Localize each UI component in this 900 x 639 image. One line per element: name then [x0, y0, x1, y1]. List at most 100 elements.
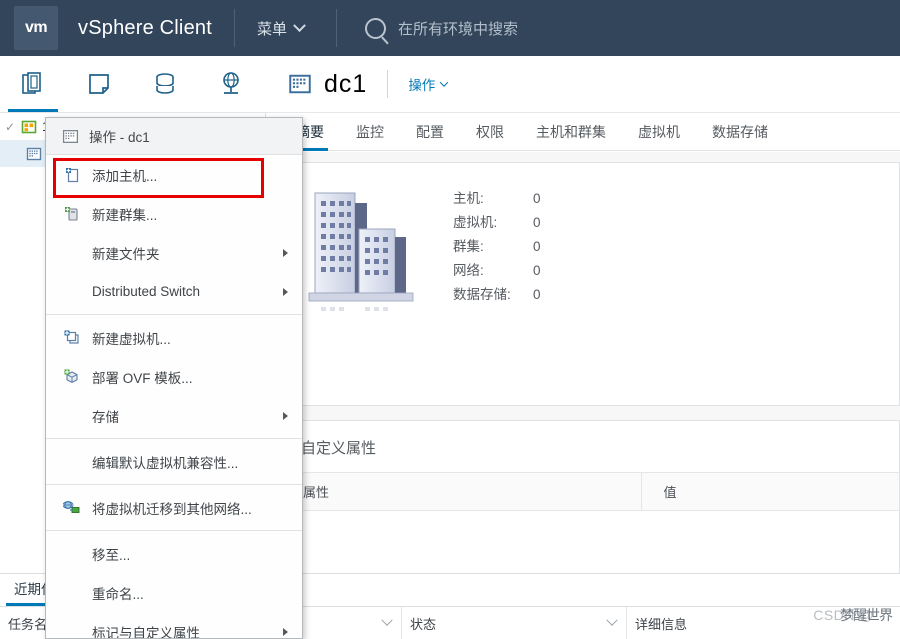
menu-item-migrate-vms-to-another-network[interactable]: 将虚拟机迁移到其他网络... — [46, 488, 302, 527]
tab-hosts-and-clusters[interactable]: 主机和群集 — [520, 113, 622, 151]
menu-item-tags-and-custom-attributes[interactable]: 标记与自定义属性 — [46, 612, 302, 639]
menu-separator-2 — [46, 438, 302, 439]
main-content-panel: dc1 操作 摘要 监控 配置 权限 主机和群集 虚拟机 数据存储 主机: 0 … — [266, 56, 900, 573]
chevron-down-icon — [293, 18, 306, 32]
search-input-placeholder[interactable]: 在所有环境中搜索 — [398, 18, 518, 39]
menu-item-move-to-label: 移至... — [92, 547, 131, 563]
search-icon — [365, 17, 386, 39]
menu-item-distributed-switch-label: Distributed Switch — [92, 284, 201, 299]
custom-attributes-card: 自定义属性 属性 值 — [280, 420, 900, 573]
menu-item-add-host[interactable]: 添加主机... — [46, 155, 302, 194]
menu-item-move-to[interactable]: 移至... — [46, 534, 302, 573]
expand-toggle-icon[interactable]: ✓ — [4, 120, 16, 134]
menu-item-new-cluster-label: 新建群集... — [92, 207, 158, 223]
table-empty-body — [281, 511, 899, 574]
chevron-down-icon[interactable] — [381, 614, 393, 626]
datacenter-summary-card: 主机: 0 虚拟机: 0 群集: 0 网络: 0 数据存储: 0 — [280, 162, 900, 406]
add-host-icon — [62, 165, 82, 185]
vcenter-icon — [21, 120, 37, 133]
menu-item-storage[interactable]: 存储 — [46, 396, 302, 435]
csdn-watermark: CSDN @梦醒世界 — [813, 605, 893, 625]
chevron-down-icon[interactable] — [606, 614, 618, 626]
product-title: vSphere Client — [78, 16, 212, 39]
stat-hosts-value: 0 — [533, 191, 541, 206]
datacenter-stats: 主机: 0 虚拟机: 0 群集: 0 网络: 0 数据存储: 0 — [453, 181, 541, 405]
tab-datastores[interactable]: 数据存储 — [696, 113, 784, 151]
menu-item-rename[interactable]: 重命名... — [46, 573, 302, 612]
menu-item-new-folder-label: 新建文件夹 — [92, 246, 160, 262]
vmware-logo[interactable]: vm — [14, 6, 58, 50]
custom-attributes-table: 属性 值 — [281, 472, 899, 573]
object-header: dc1 操作 — [266, 56, 900, 113]
stat-datastores: 数据存储: 0 — [453, 283, 541, 307]
actions-menu-label: 操作 — [408, 78, 436, 93]
vsphere-client-window: vm vSphere Client 菜单 在所有环境中搜索 ✓ dc1 操作 摘… — [0, 0, 900, 639]
stat-datastores-value: 0 — [533, 287, 541, 302]
submenu-arrow-icon — [283, 287, 288, 296]
menu-item-deploy-ovf[interactable]: 部署 OVF 模板... — [46, 357, 302, 396]
menu-item-migrate-vms-to-another-network-label: 将虚拟机迁移到其他网络... — [92, 501, 252, 517]
datacenter-buildings-illustration — [303, 181, 423, 405]
submenu-arrow-icon — [283, 248, 288, 257]
header-divider-2 — [336, 9, 337, 47]
storage-icon[interactable] — [132, 56, 198, 112]
hosts-and-clusters-icon[interactable] — [0, 56, 66, 112]
actions-menu-button[interactable]: 操作 — [408, 74, 449, 94]
header-divider-3 — [387, 70, 389, 98]
global-search[interactable]: 在所有环境中搜索 — [365, 17, 518, 39]
submenu-arrow-icon — [283, 411, 288, 420]
stat-networks-label: 网络: — [453, 263, 484, 278]
object-tabs: 摘要 监控 配置 权限 主机和群集 虚拟机 数据存储 — [266, 113, 900, 151]
new-cluster-icon — [62, 204, 82, 224]
stat-hosts-label: 主机: — [453, 191, 484, 206]
tab-monitor[interactable]: 监控 — [340, 113, 400, 151]
stat-vms: 虚拟机: 0 — [453, 211, 541, 235]
new-vm-icon — [62, 328, 82, 348]
menu-item-tags-and-custom-attributes-label: 标记与自定义属性 — [92, 625, 200, 639]
menu-item-edit-default-vm-compatibility[interactable]: 编辑默认虚拟机兼容性... — [46, 442, 302, 481]
custom-attributes-title: 自定义属性 — [301, 440, 377, 457]
context-menu: 操作 - dc1 添加主机... 新建群集... 新建文件夹 Distribut… — [45, 117, 303, 639]
menu-item-distributed-switch[interactable]: Distributed Switch — [46, 272, 302, 311]
datacenter-icon — [26, 147, 42, 160]
menu-item-add-host-label: 添加主机... — [92, 168, 158, 184]
stat-clusters-label: 群集: — [453, 239, 484, 254]
stat-networks-value: 0 — [533, 263, 541, 278]
menu-item-new-folder[interactable]: 新建文件夹 — [46, 233, 302, 272]
watermark-suffix: 梦醒世界 — [840, 607, 893, 623]
menu-item-deploy-ovf-label: 部署 OVF 模板... — [92, 370, 193, 386]
context-menu-title-label: 操作 - dc1 — [89, 130, 150, 145]
chevron-down-icon — [440, 78, 449, 87]
header-divider-1 — [233, 9, 235, 47]
stat-vms-value: 0 — [533, 215, 541, 230]
main-menu-button[interactable]: 菜单 — [257, 18, 306, 39]
column-header-attribute[interactable]: 属性 — [281, 472, 642, 511]
menu-item-rename-label: 重命名... — [92, 586, 144, 602]
summary-content: 主机: 0 虚拟机: 0 群集: 0 网络: 0 数据存储: 0 自定义属性 属… — [266, 152, 900, 573]
stat-datastores-label: 数据存储: — [453, 287, 511, 302]
top-header-bar: vm vSphere Client 菜单 在所有环境中搜索 — [0, 0, 900, 56]
menu-separator-4 — [46, 530, 302, 531]
menu-separator-1 — [46, 314, 302, 315]
deploy-ovf-icon — [62, 367, 82, 387]
migrate-vm-network-icon — [62, 498, 82, 518]
menu-item-new-vm[interactable]: 新建虚拟机... — [46, 318, 302, 357]
menu-separator-3 — [46, 484, 302, 485]
context-menu-title: 操作 - dc1 — [46, 118, 302, 155]
datacenter-icon — [289, 74, 311, 94]
tab-configure[interactable]: 配置 — [400, 113, 460, 151]
column-header-value[interactable]: 值 — [641, 472, 899, 511]
menu-item-new-cluster[interactable]: 新建群集... — [46, 194, 302, 233]
stat-networks: 网络: 0 — [453, 259, 541, 283]
column-header-status[interactable]: 状态 — [402, 606, 627, 639]
stat-hosts: 主机: 0 — [453, 187, 541, 211]
stat-clusters-value: 0 — [533, 239, 541, 254]
stat-vms-label: 虚拟机: — [453, 215, 498, 230]
tab-vms[interactable]: 虚拟机 — [622, 113, 696, 151]
tab-permissions[interactable]: 权限 — [460, 113, 520, 151]
vms-and-templates-icon[interactable] — [66, 56, 132, 112]
vmware-logo-text: vm — [24, 19, 48, 36]
networking-icon[interactable] — [198, 56, 264, 112]
datacenter-icon — [62, 129, 79, 143]
inventory-nav-strip — [0, 56, 266, 113]
